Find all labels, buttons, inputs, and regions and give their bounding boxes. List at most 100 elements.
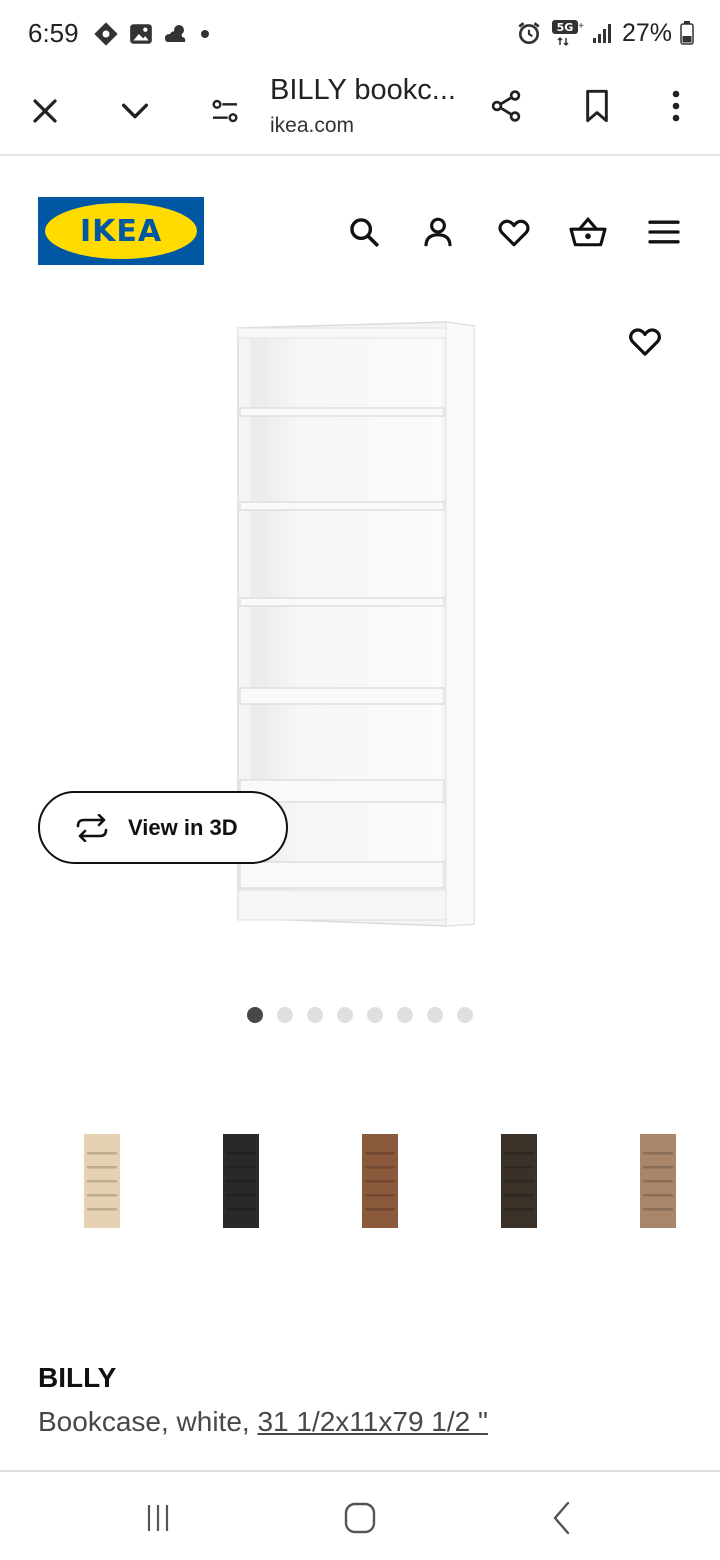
more-options-button[interactable]	[656, 82, 696, 130]
variant-bookcase-icon	[223, 1134, 259, 1228]
home-button[interactable]	[338, 1496, 382, 1540]
variant-shelf	[226, 1180, 256, 1183]
variant-shelf	[365, 1180, 395, 1183]
page-settings-icon	[212, 99, 238, 123]
variant-shelf	[643, 1194, 673, 1197]
variant-thumbnail-2[interactable]	[211, 1130, 271, 1234]
variant-shelf	[365, 1208, 395, 1211]
bookmark-button[interactable]	[574, 82, 620, 130]
search-icon	[350, 218, 379, 247]
variant-shelf	[504, 1152, 534, 1155]
variant-shelf	[643, 1166, 673, 1169]
alarm-icon	[518, 22, 540, 45]
page-settings-button[interactable]	[202, 88, 248, 134]
more-vert-icon	[672, 90, 680, 122]
product-description-text: Bookcase, white,	[38, 1406, 258, 1437]
favourites-button[interactable]	[492, 210, 536, 254]
menu-icon	[648, 220, 680, 244]
variant-shelf	[365, 1194, 395, 1197]
variant-shelf	[226, 1194, 256, 1197]
minimize-tab-button[interactable]	[112, 88, 158, 134]
battery-percentage: 27%	[621, 18, 672, 47]
variant-shelf	[365, 1152, 395, 1155]
bookmark-icon	[586, 89, 608, 123]
variant-thumbnail-5[interactable]	[628, 1130, 688, 1234]
view-in-3d-label: View in 3D	[128, 814, 238, 840]
variant-bookcase-icon	[362, 1134, 398, 1228]
variant-shelf	[504, 1208, 534, 1211]
chevron-down-icon	[121, 103, 149, 119]
variant-shelf	[504, 1194, 534, 1197]
carousel-dot[interactable]	[457, 1007, 473, 1023]
variant-shelf	[643, 1152, 673, 1155]
variant-shelf	[504, 1166, 534, 1169]
status-right-group: 5G + 27%	[516, 18, 694, 48]
share-button[interactable]	[482, 82, 530, 130]
product-description: Bookcase, white, 31 1/2x11x79 1/2 "	[38, 1406, 488, 1438]
heart-icon	[629, 328, 661, 356]
variant-shelf	[504, 1180, 534, 1183]
carousel-dot[interactable]	[337, 1007, 353, 1023]
recent-apps-button[interactable]	[136, 1496, 180, 1540]
profile-icon	[424, 217, 452, 247]
status-bar: 6:59 5G + 27%	[0, 0, 720, 66]
variant-shelf	[226, 1152, 256, 1155]
variant-shelf	[87, 1152, 117, 1155]
ikea-logo-text: IKEA	[79, 213, 163, 249]
carousel-dot[interactable]	[397, 1007, 413, 1023]
weather-notification-icon	[165, 25, 186, 42]
variant-bookcase-icon	[501, 1134, 537, 1228]
rotate-3d-icon	[76, 813, 108, 842]
carousel-dot[interactable]	[277, 1007, 293, 1023]
variant-bookcase-icon	[640, 1134, 676, 1228]
tag-notification-icon	[94, 22, 118, 46]
signal-icon	[592, 24, 611, 43]
ikea-logo[interactable]: IKEA	[38, 197, 204, 265]
variant-shelf	[643, 1180, 673, 1183]
product-name: BILLY	[38, 1362, 117, 1393]
variant-thumbnail-3[interactable]	[350, 1130, 410, 1234]
variant-shelf	[87, 1180, 117, 1183]
product-favourite-button[interactable]	[620, 318, 670, 364]
carousel-dot[interactable]	[367, 1007, 383, 1023]
status-notification-icons	[92, 20, 212, 48]
network-5g-icon: 5G +	[551, 20, 584, 47]
recent-apps-icon	[147, 1505, 169, 1531]
variant-shelf	[643, 1208, 673, 1211]
menu-button[interactable]	[642, 210, 686, 254]
product-dimensions-link[interactable]: 31 1/2x11x79 1/2 "	[257, 1406, 487, 1437]
svg-text:5G: 5G	[557, 21, 574, 34]
page-title[interactable]: BILLY bookc...	[270, 74, 456, 107]
close-icon	[33, 99, 57, 123]
search-button[interactable]	[342, 210, 386, 254]
variant-shelf	[87, 1194, 117, 1197]
variant-thumbnail-4[interactable]	[489, 1130, 549, 1234]
basket-button[interactable]	[566, 210, 610, 254]
ikea-logo-oval: IKEA	[45, 203, 197, 259]
share-icon	[491, 90, 521, 122]
image-carousel-indicator	[247, 1007, 473, 1023]
carousel-dot[interactable]	[427, 1007, 443, 1023]
variant-thumbnail-1[interactable]	[72, 1130, 132, 1234]
status-time: 6:59	[28, 18, 79, 48]
color-variant-list	[0, 1130, 720, 1240]
back-button[interactable]	[540, 1496, 584, 1540]
variant-shelf	[87, 1166, 117, 1169]
variant-shelf	[87, 1208, 117, 1211]
back-icon	[553, 1501, 570, 1535]
system-navigation-bar	[0, 1470, 720, 1560]
view-in-3d-button[interactable]: View in 3D	[38, 791, 288, 864]
variant-shelf	[226, 1208, 256, 1211]
carousel-dot[interactable]	[247, 1007, 263, 1023]
variant-bookcase-icon	[84, 1134, 120, 1228]
home-icon	[344, 1502, 376, 1534]
carousel-dot[interactable]	[307, 1007, 323, 1023]
gallery-notification-icon	[130, 24, 152, 44]
more-notifications-dot-icon	[201, 30, 209, 38]
close-tab-button[interactable]	[22, 88, 68, 134]
profile-button[interactable]	[416, 210, 460, 254]
variant-shelf	[365, 1166, 395, 1169]
svg-text:+: +	[578, 21, 584, 32]
page-domain[interactable]: ikea.com	[270, 114, 354, 138]
basket-icon	[569, 216, 607, 247]
